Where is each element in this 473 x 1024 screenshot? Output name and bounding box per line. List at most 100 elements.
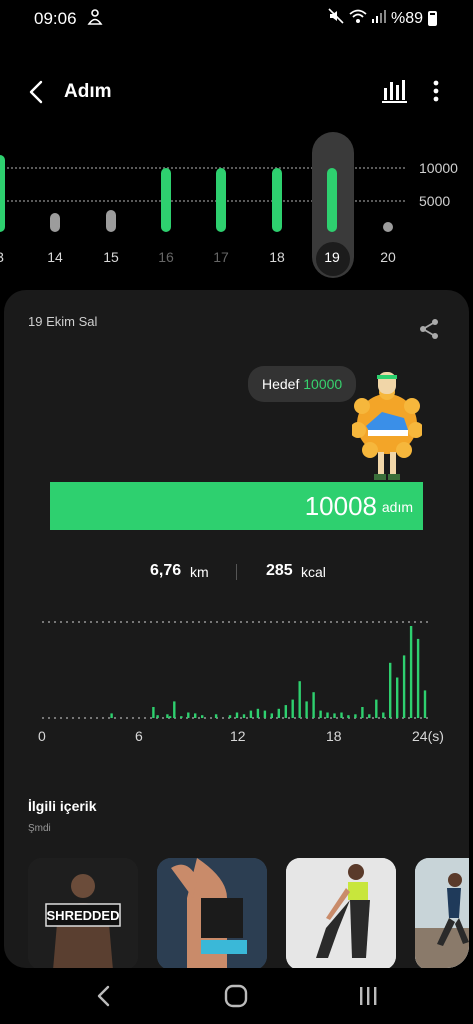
trends-button[interactable]: [380, 76, 408, 106]
hourly-bar: [187, 712, 190, 718]
system-nav-bar: [0, 968, 473, 1024]
hourly-bar: [228, 715, 232, 718]
nav-recents-icon: [360, 987, 377, 1005]
day-label-20[interactable]: 20: [368, 249, 408, 265]
hourly-bar: [340, 712, 343, 718]
hourly-bar: [298, 681, 301, 718]
day-label-16[interactable]: 16: [146, 249, 186, 265]
status-bar: 09:06 %89: [0, 0, 473, 36]
hourly-chart-svg: [42, 621, 432, 719]
summary-row: 6,76 km 285 kcal: [4, 560, 469, 584]
hourly-bar: [166, 714, 169, 718]
detail-card: 19 Ekim Sal Hedef 10000 10008 adım 6,76 …: [4, 290, 469, 968]
day-label-15[interactable]: 15: [91, 249, 131, 265]
nav-back-button[interactable]: [88, 982, 120, 1010]
distance-value: 6,76: [150, 562, 182, 579]
related-content-title: İlgili içerik: [28, 798, 97, 814]
day-bar-17[interactable]: [216, 168, 226, 232]
related-content-subtitle: Şmdi: [28, 823, 51, 834]
share-button[interactable]: [418, 318, 440, 340]
related-item-back[interactable]: [157, 858, 267, 968]
workout-thumbnail: SHREDDED: [28, 858, 138, 968]
hourly-bar: [361, 707, 364, 718]
workout-thumbnail: [157, 858, 267, 968]
hourly-bar: [423, 690, 427, 718]
day-bar-20[interactable]: [383, 222, 393, 232]
wifi-icon: [349, 8, 367, 29]
hourly-bar: [375, 699, 378, 718]
related-item-run[interactable]: [415, 858, 469, 968]
day-bar-19[interactable]: [327, 167, 337, 232]
day-label-19[interactable]: 19: [312, 249, 352, 265]
day-label-18[interactable]: 18: [257, 249, 297, 265]
day-bar-15[interactable]: [106, 209, 116, 232]
hourly-bar: [409, 626, 413, 718]
calories-value: 285: [266, 562, 293, 579]
summary-divider: [236, 564, 237, 580]
day-bar-18[interactable]: [272, 168, 282, 232]
day-bar-14[interactable]: [50, 212, 60, 232]
day-bar-16[interactable]: [161, 168, 171, 232]
goal-value: 10000: [303, 376, 343, 392]
hourly-bar: [152, 707, 155, 718]
workout-thumbnail: [415, 858, 469, 968]
hourly-bar: [214, 714, 218, 718]
hourly-bar: [194, 713, 197, 718]
hourly-bar: [270, 713, 273, 718]
hourly-bar: [382, 712, 385, 718]
hourly-bar: [319, 710, 322, 718]
related-item-stretch[interactable]: [286, 858, 396, 968]
more-vertical-icon: [433, 80, 439, 102]
nav-back-icon: [97, 985, 110, 1007]
date-label: 19 Ekim Sal: [28, 314, 98, 329]
bar-chart-icon: [382, 80, 407, 103]
nav-recents-button[interactable]: [352, 982, 384, 1010]
day-label-3[interactable]: 3: [0, 249, 20, 265]
status-icons: %89: [328, 8, 437, 29]
related-item-shredded[interactable]: SHREDDED: [28, 858, 138, 968]
back-button[interactable]: [22, 76, 54, 108]
nav-home-button[interactable]: [220, 982, 252, 1010]
hourly-bar: [168, 716, 172, 718]
steps-unit: adım: [381, 499, 413, 515]
hour-label: 12: [230, 728, 246, 744]
workout-thumbnail: [286, 858, 396, 968]
signal-icon: [371, 9, 386, 28]
calories-unit: kcal: [301, 564, 326, 580]
share-icon: [420, 319, 438, 339]
hourly-bar: [368, 714, 371, 718]
related-thumbnails: SHREDDED: [4, 858, 469, 968]
battery-percent: %89: [390, 9, 423, 27]
page-title: Adım: [64, 81, 112, 102]
day-label-14[interactable]: 14: [35, 249, 75, 265]
battery-icon: [428, 11, 437, 26]
grid-label-10000: 10000: [419, 160, 458, 176]
day-label-17[interactable]: 17: [201, 249, 241, 265]
steps-value: 10008: [304, 491, 377, 521]
hourly-bar: [326, 712, 329, 718]
app-bar: Adım: [0, 64, 473, 120]
mute-icon: [328, 8, 344, 29]
hourly-bar: [396, 677, 399, 718]
week-strip: 10000 5000 3 14 15 16 17 18 19 20: [0, 128, 473, 278]
hourly-chart: 0 6 12 18 24(s): [4, 610, 469, 750]
hourly-bar: [277, 708, 280, 718]
hourly-bar: [312, 692, 315, 718]
steps-progress-bar: 10008 adım: [50, 482, 423, 530]
goal-label: Hedef: [262, 376, 300, 392]
hourly-bar: [201, 715, 204, 718]
day-bar-3[interactable]: [0, 155, 5, 232]
hour-label: 6: [135, 728, 143, 744]
grid-label-5000: 5000: [419, 193, 451, 209]
hourly-bar: [305, 701, 308, 718]
more-options-button[interactable]: [424, 76, 448, 106]
hourly-bar: [180, 716, 183, 718]
hourly-bar: [256, 708, 260, 718]
hourly-bar: [402, 655, 406, 718]
hourly-bar: [242, 714, 246, 718]
hourly-bar: [249, 710, 253, 718]
goal-bubble: Hedef 10000: [248, 366, 357, 402]
hour-label: 24(s): [412, 728, 444, 744]
hourly-bar: [110, 713, 113, 718]
hourly-bar: [354, 714, 357, 718]
